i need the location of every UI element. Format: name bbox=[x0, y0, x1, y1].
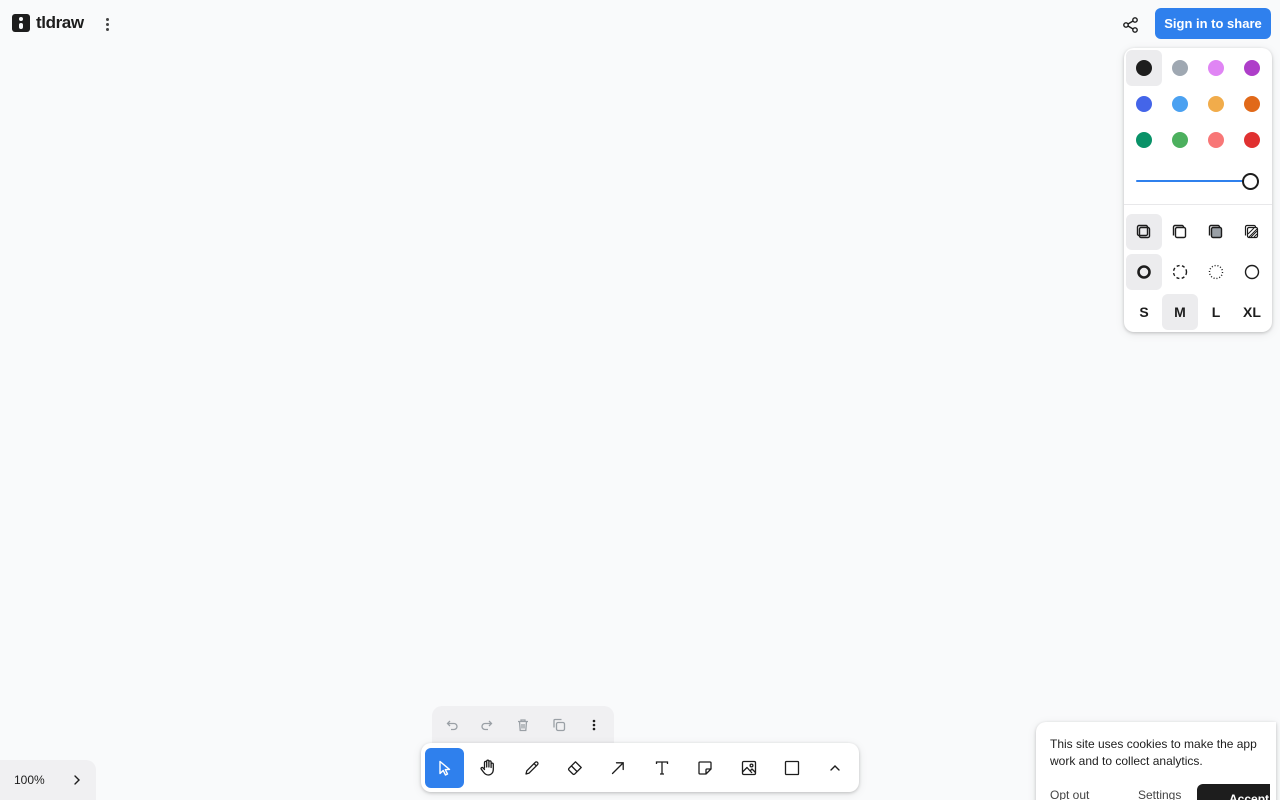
size-option-m[interactable]: M bbox=[1162, 294, 1198, 330]
fill-semi-icon[interactable] bbox=[1162, 214, 1198, 250]
color-dot bbox=[1172, 132, 1188, 148]
color-swatch-blue[interactable] bbox=[1126, 86, 1162, 122]
minimap-toggle-button[interactable] bbox=[60, 760, 94, 800]
color-swatch-grey[interactable] bbox=[1162, 50, 1198, 86]
chevron-up-icon bbox=[830, 764, 841, 771]
color-dot bbox=[1136, 132, 1152, 148]
dash-options bbox=[1126, 254, 1270, 290]
cookie-settings-button[interactable]: Settings bbox=[1138, 788, 1181, 800]
size-option-l[interactable]: L bbox=[1198, 294, 1234, 330]
image-icon bbox=[741, 760, 756, 775]
cookie-message: This site uses cookies to make the app w… bbox=[1050, 737, 1257, 768]
size-option-xl[interactable]: XL bbox=[1234, 294, 1270, 330]
color-dot bbox=[1208, 132, 1224, 148]
dash-dotted-icon[interactable] bbox=[1198, 254, 1234, 290]
color-dot bbox=[1244, 60, 1260, 76]
color-swatch-yellow[interactable] bbox=[1198, 86, 1234, 122]
eraser-tool[interactable] bbox=[555, 748, 594, 788]
rectangle-tool[interactable] bbox=[772, 748, 811, 788]
hand-tool[interactable] bbox=[468, 748, 507, 788]
delete-button[interactable] bbox=[505, 707, 541, 743]
color-dot bbox=[1172, 96, 1188, 112]
color-dot bbox=[1136, 60, 1152, 76]
color-dot bbox=[1244, 132, 1260, 148]
fill-none-icon[interactable] bbox=[1126, 214, 1162, 250]
app-name: tldraw bbox=[36, 13, 84, 32]
redo-icon bbox=[481, 720, 493, 731]
text-tool[interactable] bbox=[642, 748, 681, 788]
fill-solid-icon[interactable] bbox=[1198, 214, 1234, 250]
color-swatch-light-green[interactable] bbox=[1162, 122, 1198, 158]
fill-options bbox=[1126, 214, 1270, 250]
color-swatch-light-red[interactable] bbox=[1198, 122, 1234, 158]
dash-draw-icon[interactable] bbox=[1126, 254, 1162, 290]
rectangle-icon bbox=[784, 760, 800, 775]
dash-solid-icon[interactable] bbox=[1234, 254, 1270, 290]
select-tool[interactable] bbox=[425, 747, 465, 788]
cookie-opt-out-button[interactable]: Opt out bbox=[1050, 788, 1089, 800]
color-swatch-light-violet[interactable] bbox=[1198, 50, 1234, 86]
hand-icon bbox=[480, 759, 495, 776]
color-dot bbox=[1172, 60, 1188, 76]
trash-icon bbox=[517, 719, 528, 732]
color-swatch-violet[interactable] bbox=[1234, 50, 1270, 86]
undo-icon bbox=[446, 720, 458, 731]
size-option-s[interactable]: S bbox=[1126, 294, 1162, 330]
more-icon bbox=[592, 719, 596, 731]
redo-button[interactable] bbox=[470, 707, 506, 743]
draw-tool[interactable] bbox=[512, 748, 551, 788]
color-picker bbox=[1126, 50, 1270, 158]
more-actions-button[interactable] bbox=[576, 707, 612, 743]
undo-button[interactable] bbox=[434, 707, 470, 743]
opacity-track bbox=[1136, 180, 1250, 182]
fill-pattern-icon[interactable] bbox=[1234, 214, 1270, 250]
color-dot bbox=[1136, 96, 1152, 112]
cookie-accept-button[interactable]: Accept bbox=[1197, 784, 1270, 800]
opacity-thumb[interactable] bbox=[1242, 173, 1259, 190]
duplicate-button[interactable] bbox=[541, 707, 577, 743]
color-swatch-green[interactable] bbox=[1126, 122, 1162, 158]
sticky-note-icon bbox=[698, 760, 712, 775]
dash-dashed-icon[interactable] bbox=[1162, 254, 1198, 290]
chevron-right-icon bbox=[74, 775, 80, 785]
pencil-icon bbox=[524, 760, 539, 775]
color-swatch-black[interactable] bbox=[1126, 50, 1162, 86]
arrow-tool[interactable] bbox=[599, 748, 638, 788]
sign-in-button[interactable]: Sign in to share bbox=[1155, 8, 1271, 39]
toolbar bbox=[421, 743, 859, 792]
color-swatch-orange[interactable] bbox=[1234, 86, 1270, 122]
tldraw-logo-icon bbox=[12, 14, 30, 32]
eraser-icon bbox=[567, 760, 582, 775]
arrow-icon bbox=[612, 761, 625, 774]
zoom-menu-button[interactable]: 100% bbox=[0, 760, 60, 800]
color-dot bbox=[1244, 96, 1260, 112]
app-brand: tldraw bbox=[12, 13, 84, 33]
text-icon bbox=[655, 760, 668, 775]
actions-bar bbox=[432, 706, 614, 744]
main-menu-button[interactable] bbox=[100, 14, 114, 34]
cursor-icon bbox=[439, 760, 450, 776]
cookie-banner: This site uses cookies to make the app w… bbox=[1036, 722, 1276, 800]
color-swatch-red[interactable] bbox=[1234, 122, 1270, 158]
share-icon[interactable] bbox=[1120, 14, 1142, 36]
style-panel: S M L XL bbox=[1124, 48, 1272, 332]
color-dot bbox=[1208, 60, 1224, 76]
zoom-bar: 100% bbox=[0, 760, 96, 800]
size-options: S M L XL bbox=[1126, 294, 1270, 330]
note-tool[interactable] bbox=[685, 748, 724, 788]
color-dot bbox=[1208, 96, 1224, 112]
panel-divider bbox=[1124, 204, 1272, 205]
media-tool[interactable] bbox=[729, 748, 768, 788]
more-tools-button[interactable] bbox=[816, 748, 855, 788]
opacity-slider[interactable] bbox=[1136, 172, 1260, 190]
color-swatch-light-blue[interactable] bbox=[1162, 86, 1198, 122]
duplicate-icon bbox=[552, 718, 565, 732]
